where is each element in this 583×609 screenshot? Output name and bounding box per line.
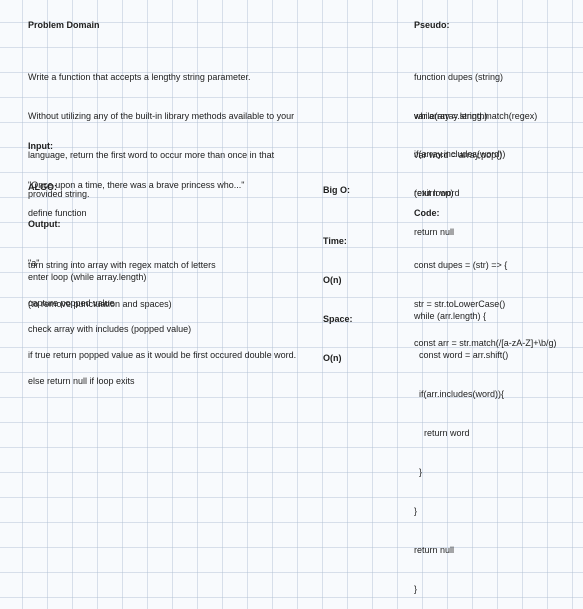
- input-label: Input:: [28, 141, 53, 151]
- big-o-heading: Big O:: [323, 185, 350, 195]
- algo-step: else return null if loop exits: [28, 376, 135, 386]
- algo-step: check array with includes (popped value): [28, 324, 192, 334]
- time-label: Time:: [323, 236, 347, 246]
- code-line: }: [414, 467, 423, 477]
- big-o-values: Time: O(n) Space: O(n): [323, 209, 353, 378]
- algo-step: define function: [28, 208, 87, 218]
- code-line: }: [414, 506, 418, 516]
- code-line: const word = arr.shift(): [414, 350, 509, 360]
- pseudo-line: (exit loop): [414, 188, 454, 198]
- algo-step: enter loop (while array.length): [28, 272, 147, 282]
- pseudo-line: function dupes (string): [414, 72, 504, 82]
- algo-step: capture popped value: [28, 298, 115, 308]
- code-line: while (arr.length) {: [414, 311, 487, 321]
- code-heading: Code:: [414, 208, 440, 218]
- input-value: "Once upon a time, there was a brave pri…: [28, 180, 245, 190]
- time-value: O(n): [323, 275, 342, 285]
- code-line: const dupes = (str) => {: [414, 260, 508, 270]
- algo-heading: ALGO:: [28, 182, 57, 192]
- problem-domain-heading: Problem Domain: [28, 20, 100, 30]
- space-value: O(n): [323, 353, 342, 363]
- algo-step: if true return popped value as it would …: [28, 350, 297, 360]
- problem-line: Write a function that accepts a lengthy …: [28, 72, 251, 82]
- code-group: while (arr.length) { const word = arr.sh…: [414, 284, 508, 609]
- code-line: }: [414, 584, 418, 594]
- code-line: if(arr.includes(word)){: [414, 389, 505, 399]
- pseudo-heading: Pseudo:: [414, 20, 450, 30]
- code-line: return null: [414, 545, 455, 555]
- pseudo-line: if(array.includes(word)): [414, 149, 506, 159]
- space-label: Space:: [323, 314, 353, 324]
- code-line: return word: [414, 428, 470, 438]
